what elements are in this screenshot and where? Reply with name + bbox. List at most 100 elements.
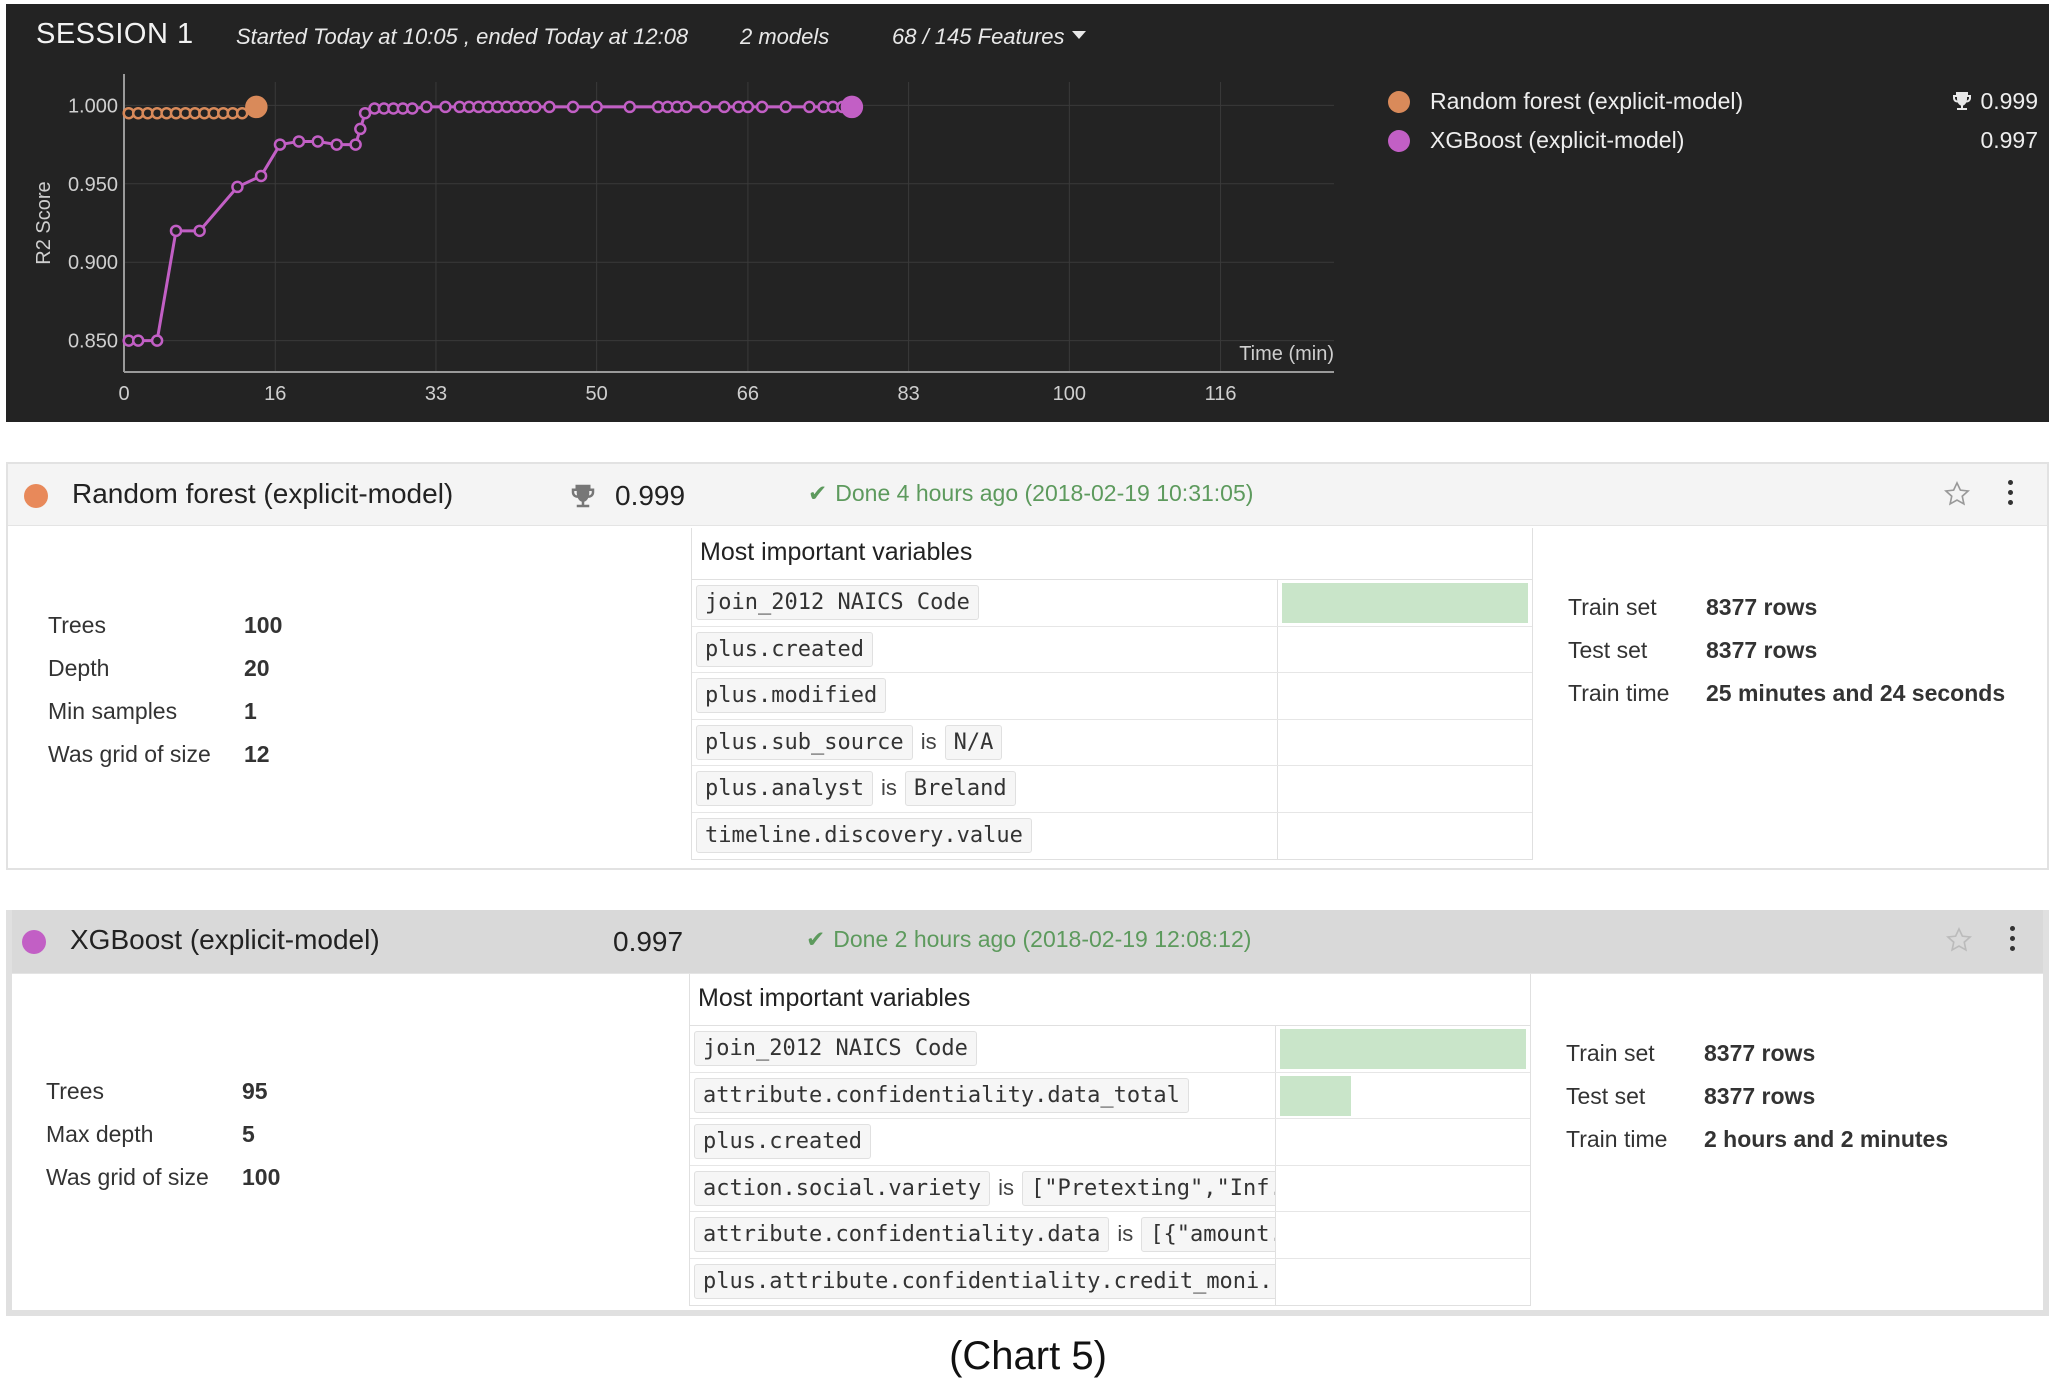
session-models-count: 2 models bbox=[740, 24, 830, 49]
data-point bbox=[193, 224, 206, 238]
param-label: Was grid of size bbox=[46, 1164, 209, 1190]
stat-value: 8377 rows bbox=[1706, 594, 1818, 620]
variable-name: plus.sub_source bbox=[696, 724, 913, 760]
legend-dot-random-forest bbox=[1388, 91, 1410, 113]
data-point bbox=[254, 169, 268, 183]
param-value: 20 bbox=[244, 655, 270, 681]
session-time-range: Started Today at 10:05 , ended Today at … bbox=[236, 24, 689, 49]
variable-rows: join_2012 NAICS Code plus.created plus.mod… bbox=[692, 580, 1532, 859]
status-text: Done 2 hours ago (2018-02-19 12:08:12) bbox=[833, 926, 1252, 952]
variable-name: plus.created bbox=[696, 631, 873, 667]
param-value: 1 bbox=[244, 698, 257, 724]
variable-name: attribute.confidentiality.data_total bbox=[694, 1077, 1189, 1113]
variable-operator: is bbox=[880, 775, 897, 800]
data-point bbox=[406, 102, 419, 115]
variable-value: N/A bbox=[944, 724, 1003, 760]
data-point bbox=[420, 100, 433, 114]
param-row: Was grid of size 12 bbox=[48, 741, 348, 784]
data-point bbox=[718, 100, 731, 114]
variable-cell: plus.created bbox=[690, 1119, 1276, 1165]
data-point bbox=[273, 138, 287, 151]
importance-bar bbox=[1282, 583, 1528, 623]
trophy-icon bbox=[1953, 92, 1971, 110]
y-axis-title: R2 Score bbox=[33, 181, 55, 264]
important-variables-title: Most important variables bbox=[692, 528, 1532, 580]
variable-name: plus.attribute.confidentiality.credit_mo… bbox=[694, 1263, 1275, 1299]
status-text: Done 4 hours ago (2018-02-19 10:31:05) bbox=[835, 480, 1254, 506]
variable-row: join_2012 NAICS Code bbox=[692, 580, 1532, 627]
stat-row: Train set 8377 rows bbox=[1566, 1040, 2026, 1083]
more-options-icon[interactable] bbox=[2007, 924, 2017, 956]
legend-item-random-forest[interactable]: Random forest (explicit-model) 0.999 bbox=[1388, 86, 2038, 120]
data-point bbox=[169, 224, 183, 238]
model-name[interactable]: XGBoost (explicit-model) bbox=[70, 924, 380, 956]
variable-name: attribute.confidentiality.data bbox=[694, 1217, 1110, 1252]
variable-name: join_2012 NAICS Code bbox=[696, 585, 979, 620]
variable-cell: plus.created bbox=[692, 626, 1278, 672]
variable-cell: action.social.variety is ["Pretexting","In… bbox=[690, 1165, 1276, 1211]
stat-row: Test set 8377 rows bbox=[1566, 1083, 2026, 1126]
data-point bbox=[439, 100, 452, 114]
legend-score: 0.999 bbox=[1980, 88, 2038, 114]
param-row: Trees 100 bbox=[48, 612, 348, 655]
param-row: Was grid of size 100 bbox=[46, 1164, 346, 1207]
stat-value: 25 minutes and 24 seconds bbox=[1706, 680, 2006, 706]
variable-value: Breland bbox=[904, 771, 1016, 806]
data-point bbox=[699, 100, 712, 114]
variable-name: plus.created bbox=[694, 1124, 871, 1159]
series-line bbox=[128, 105, 852, 343]
data-point bbox=[150, 334, 164, 347]
data-point bbox=[131, 334, 145, 347]
stat-row: Train set 8377 rows bbox=[1568, 594, 2028, 637]
param-value: 12 bbox=[244, 741, 270, 767]
x-tick-label: 66 bbox=[737, 383, 759, 405]
variable-cell: plus.analyst is Breland bbox=[692, 766, 1278, 812]
data-point bbox=[543, 100, 556, 114]
variable-operator: is bbox=[1117, 1221, 1134, 1246]
variable-row: join_2012 NAICS Code bbox=[690, 1026, 1530, 1073]
model-card-header[interactable]: Random forest (explicit-model) 0.999 ✔ Do… bbox=[8, 464, 2047, 526]
param-label: Trees bbox=[48, 612, 106, 638]
variable-row: plus.modified bbox=[692, 673, 1532, 720]
legend-item-xgboost[interactable]: XGBoost (explicit-model) 0.997 bbox=[1388, 125, 2038, 159]
check-icon: ✔ bbox=[808, 480, 828, 506]
data-point bbox=[349, 138, 362, 151]
variable-value: [{"amount... bbox=[1141, 1217, 1275, 1252]
stat-value: 2 hours and 2 minutes bbox=[1704, 1126, 1949, 1152]
data-point bbox=[623, 100, 636, 114]
data-point bbox=[803, 100, 816, 114]
session-panel: 0 16 33 50 66 83 100 116 1.000 0.950 0.900 0.850 Tim… bbox=[6, 4, 2049, 422]
model-color-dot bbox=[24, 484, 48, 508]
star-icon[interactable] bbox=[1943, 480, 1971, 508]
model-name[interactable]: Random forest (explicit-model) bbox=[72, 478, 453, 510]
important-variables-title: Most important variables bbox=[690, 974, 1530, 1026]
model-stats: Train set 8377 rows Test set 8377 rows Tra… bbox=[1566, 1040, 2026, 1169]
stat-label: Train set bbox=[1568, 594, 1657, 620]
status-done: ✔ Done 2 hours ago (2018-02-19 12:08:12) bbox=[806, 926, 1251, 953]
model-card-header[interactable]: XGBoost (explicit-model) 0.997 ✔ Done 2 h… bbox=[12, 910, 2043, 974]
star-icon[interactable] bbox=[1945, 926, 1973, 954]
variable-cell: plus.attribute.confidentiality.credit_mo… bbox=[690, 1258, 1276, 1305]
param-label: Trees bbox=[46, 1078, 104, 1104]
y-tick-label: 0.900 bbox=[68, 252, 118, 274]
x-axis-title: Time (min) bbox=[1239, 343, 1334, 365]
data-point bbox=[330, 138, 343, 151]
x-tick-label: 33 bbox=[425, 383, 447, 405]
model-card-random-forest: Random forest (explicit-model) 0.999 ✔ Do… bbox=[6, 462, 2049, 870]
importance-bar bbox=[1280, 1029, 1526, 1069]
features-dropdown[interactable]: 68 / 145 Features bbox=[892, 24, 1064, 50]
legend-score: 0.997 bbox=[1980, 127, 2038, 153]
stat-value: 8377 rows bbox=[1706, 637, 1818, 663]
caret-down-icon[interactable] bbox=[1072, 31, 1086, 39]
variable-row: timeline.discovery.value bbox=[692, 812, 1532, 859]
stat-row: Train time 25 minutes and 24 seconds bbox=[1568, 680, 2028, 723]
param-label: Depth bbox=[48, 655, 110, 681]
variable-row: plus.created bbox=[690, 1119, 1530, 1166]
more-options-icon[interactable] bbox=[2005, 478, 2015, 510]
param-label: Was grid of size bbox=[48, 741, 211, 767]
x-tick-label: 16 bbox=[264, 383, 286, 405]
variable-operator: is bbox=[998, 1174, 1015, 1200]
stat-value: 8377 rows bbox=[1704, 1083, 1816, 1109]
data-point bbox=[779, 100, 792, 114]
param-row: Max depth 5 bbox=[46, 1121, 346, 1164]
